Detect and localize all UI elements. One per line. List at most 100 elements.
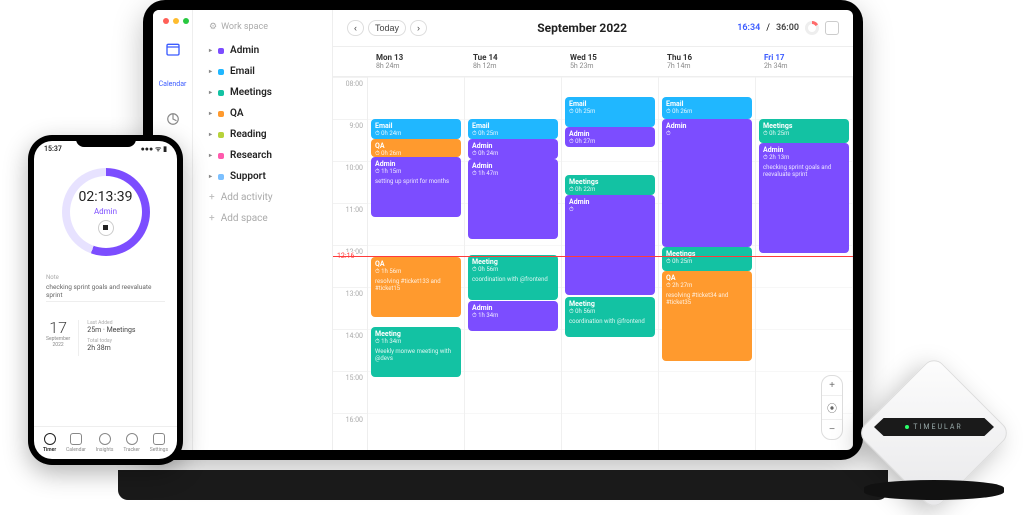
add-space[interactable]: + Add space [203,208,322,229]
phone-tab-settings[interactable]: Settings [150,433,168,453]
event-title: Admin [763,146,845,154]
timer-ring: 02:13:39 Admin [62,168,150,256]
activity-label: Admin [230,45,259,56]
event-title: Admin [472,304,554,312]
sidebar-activity[interactable]: ▸ Research [203,145,322,166]
day-column[interactable]: Email ⏱ 0h 25m Admin ⏱ 0h 27m Meetings ⏱… [562,77,659,450]
today-button[interactable]: Today [368,20,406,36]
calendar-event[interactable]: Admin ⏱ [565,195,655,295]
calendar-event[interactable]: Meeting ⏱ 0h 56m coordination with @fron… [468,255,558,300]
calendar-event[interactable]: Email ⏱ 0h 26m [662,97,752,119]
nav-insights[interactable] [160,106,186,132]
hour-label: 16:00 [333,413,367,450]
event-title: Admin [472,162,554,170]
tab-label: Insights [96,447,114,453]
time-stats: 16:34 / 36:00 [737,21,839,35]
calendar-event[interactable]: Meetings ⏱ 0h 25m [662,247,752,271]
plus-icon: + [209,213,215,224]
calendar-event[interactable]: Meetings ⏱ 0h 25m [759,119,849,143]
calendar-event[interactable]: Admin ⏱ [662,119,752,247]
month-title: September 2022 [537,21,627,35]
collapse-icon: ▸ [209,89,212,96]
today-stats: Last Added 25m · Meetings Total today 2h… [79,320,135,356]
day-column[interactable]: Email ⏱ 0h 24m QA ⏱ 0h 26m Admin ⏱ 1h 15… [368,77,465,450]
activity-color-dot [218,69,224,75]
calendar-event[interactable]: Email ⏱ 0h 25m [565,97,655,127]
hour-label: 08:00 [333,77,367,119]
activity-label: Research [230,150,272,161]
calendar-event[interactable]: Admin ⏱ 1h 47m [468,159,558,239]
event-duration: ⏱ 2h 27m [666,282,748,289]
phone-tab-bar: Timer Calendar Insights Tracker Settings [34,426,177,459]
sidebar-activity[interactable]: ▸ Reading [203,124,322,145]
event-duration: ⏱ 0h 25m [472,130,554,137]
activity-label: Support [230,171,266,182]
event-duration: ⏱ 0h 26m [375,150,457,157]
workspace-header[interactable]: ⚙ Work space [203,22,322,32]
timer-note[interactable]: Note checking sprint goals and reevaluat… [46,274,165,302]
tab-label: Calendar [66,447,86,453]
event-note: Weekly monwe meeting with @devs [375,348,457,362]
window-controls[interactable] [163,18,189,24]
nav-calendar-label: Calendar [159,80,187,88]
phone-tab-timer[interactable]: Timer [43,433,56,453]
prev-button[interactable]: ‹ [347,20,364,36]
calendar-event[interactable]: Meetings ⏱ 0h 22m [565,175,655,195]
event-title: Email [569,100,651,108]
calendar-event[interactable]: Meeting ⏱ 1h 34m Weekly monwe meeting wi… [371,327,461,377]
gear-icon: ⚙ [209,22,217,32]
add-activity[interactable]: +Add activity [203,187,322,208]
hour-rail: 08:009:0010:0011:0012:0013:0014:0015:001… [333,77,368,450]
event-duration: ⏱ [569,206,651,213]
calendar-event[interactable]: Email ⏱ 0h 24m [371,119,461,139]
calendar-grid[interactable]: 08:009:0010:0011:0012:0013:0014:0015:001… [333,77,853,450]
day-column[interactable]: Email ⏱ 0h 26m Admin ⏱ Meetings ⏱ 0h 25m… [659,77,756,450]
calendar-event[interactable]: Admin ⏱ 2h 13m checking sprint goals and… [759,143,849,253]
event-title: Email [375,122,457,130]
stop-button[interactable] [98,220,114,236]
calendar-icon[interactable] [825,21,839,35]
last-added-value: 25m · Meetings [87,326,135,334]
add-space-label: Add space [221,213,268,224]
event-duration: ⏱ 1h 34m [375,338,457,345]
tracker-led-icon [905,425,909,429]
phone-tab-tracker[interactable]: Tracker [123,433,140,453]
calendar-event[interactable]: Admin ⏱ 0h 27m [565,127,655,147]
next-button[interactable]: › [410,20,427,36]
phone-tab-calendar[interactable]: Calendar [66,433,86,453]
zoom-out-button[interactable]: − [822,419,842,439]
progress-donut-icon [805,21,819,35]
activity-color-dot [218,48,224,54]
event-title: Meeting [375,330,457,338]
calendar-event[interactable]: Admin ⏱ 1h 34m [468,301,558,331]
sidebar-activity[interactable]: ▸ Admin [203,40,322,61]
hour-label: 13:00 [333,287,367,329]
day-column[interactable]: Email ⏱ 0h 25m Admin ⏱ 0h 24m Admin ⏱ 1h… [465,77,562,450]
sidebar-activity[interactable]: ▸ QA [203,103,322,124]
plus-icon: + [209,192,215,203]
timer-activity[interactable]: Admin [94,207,117,216]
event-duration: ⏱ [666,130,748,137]
zoom-in-button[interactable]: + [822,376,842,395]
calendar-event[interactable]: QA ⏱ 2h 27m resolving #ticket34 and #tic… [662,271,752,361]
calendar-event[interactable]: Admin ⏱ 0h 24m [468,139,558,159]
event-duration: ⏱ 0h 56m [472,266,554,273]
calendar-event[interactable]: Email ⏱ 0h 25m [468,119,558,139]
nav-calendar[interactable] [160,36,186,62]
phone-screen: 15:37 ●●● ᯤ ▮ 02:13:39 Admin Note checki… [34,141,177,459]
phone-tab-insights[interactable]: Insights [96,433,114,453]
laptop-bezel: Calendar ⚙ Work space ▸ Admin▸ Email▸ Me… [143,0,863,460]
workspace-label: Work space [221,22,268,32]
calendar-event[interactable]: Meeting ⏱ 0h 56m coordination with @fron… [565,297,655,337]
calendar-event[interactable]: Admin ⏱ 1h 15m setting up sprint for mon… [371,157,461,217]
event-duration: ⏱ 1h 47m [472,170,554,177]
sidebar-activity[interactable]: ▸ Email [203,61,322,82]
activity-label: Meetings [230,87,272,98]
calendar-event[interactable]: QA ⏱ 0h 26m [371,139,461,157]
sidebar-activity[interactable]: ▸ Meetings [203,82,322,103]
calendar-event[interactable]: QA ⏱ 1h 56m resolving #ticket133 and #ti… [371,257,461,317]
event-duration: ⏱ 1h 56m [375,268,457,275]
sidebar-activity[interactable]: ▸ Support [203,166,322,187]
zoom-reset-button[interactable]: ⦿ [822,395,842,419]
timer-value: 02:13:39 [79,189,133,205]
